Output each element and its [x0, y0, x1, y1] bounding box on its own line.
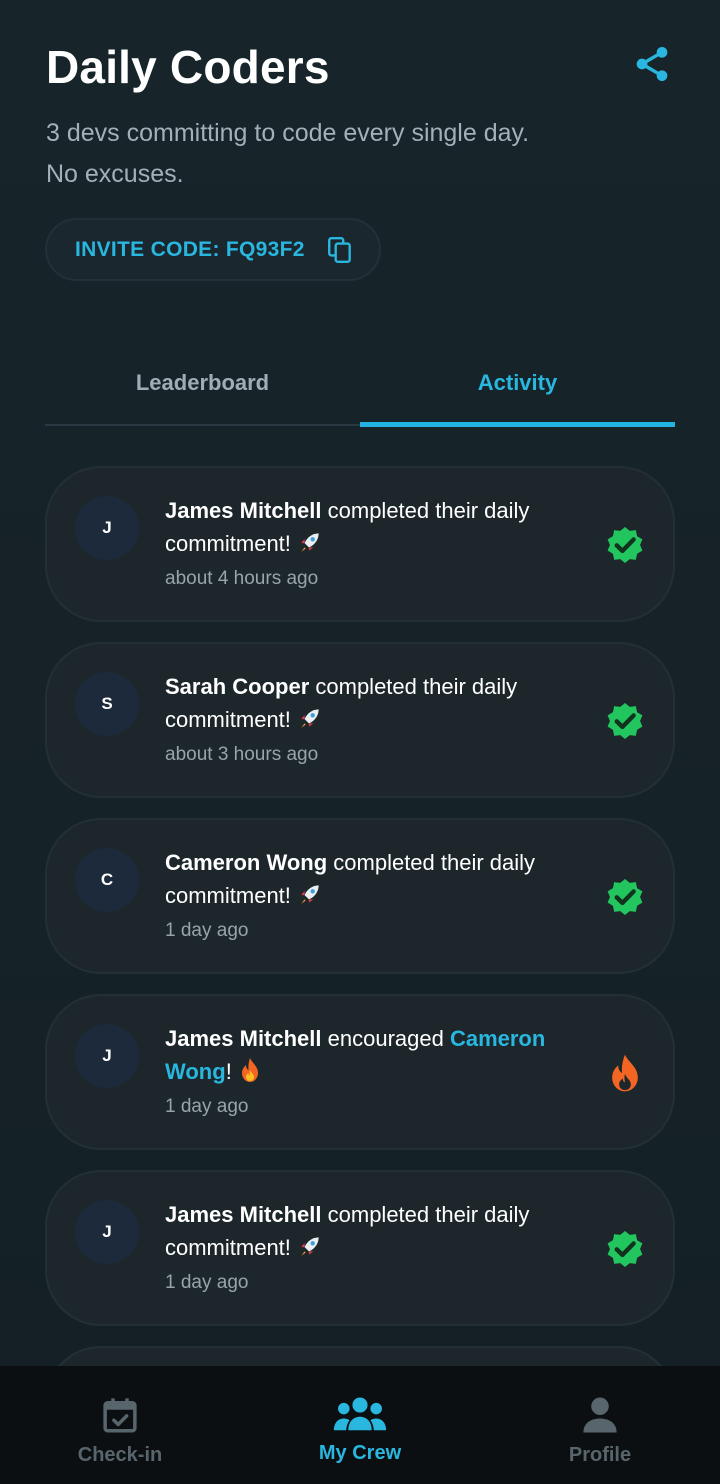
fire-icon [612, 1054, 638, 1092]
rocket-icon [297, 881, 323, 916]
timestamp: 1 day ago [165, 1096, 249, 1117]
avatar: C [75, 848, 139, 912]
active-tab-indicator [360, 422, 675, 427]
nav-my-crew-label: My Crew [318, 1442, 402, 1464]
rocket-icon [297, 705, 323, 740]
nav-check-in-label: Check-in [77, 1444, 163, 1466]
tab-leaderboard[interactable]: Leaderboard [45, 340, 360, 426]
avatar: J [75, 1024, 139, 1088]
nav-my-crew[interactable]: My Crew [240, 1366, 480, 1484]
timestamp: about 3 hours ago [165, 744, 319, 765]
user-name: James Mitchell [165, 498, 322, 523]
invite-code-label: INVITE CODE: [75, 237, 226, 261]
timestamp: 1 day ago [165, 1272, 249, 1293]
verified-badge-icon [607, 527, 643, 563]
activity-action: encouraged [321, 1026, 450, 1051]
share-icon [636, 47, 668, 81]
timestamp: about 4 hours ago [165, 568, 319, 589]
share-button[interactable] [630, 42, 674, 86]
activity-suffix: ! [225, 1059, 238, 1084]
subtitle-line-2: No excuses. [46, 160, 184, 188]
activity-message: James Mitchell completed their daily com… [165, 1198, 565, 1268]
fire-emoji-icon [238, 1057, 262, 1092]
verified-badge-icon [607, 879, 643, 915]
person-icon [583, 1397, 617, 1433]
activity-item[interactable]: J James Mitchell encouraged Cameron Wong… [45, 994, 675, 1150]
nav-profile[interactable]: Profile [480, 1366, 720, 1484]
group-icon [333, 1397, 387, 1431]
invite-code-text: INVITE CODE: FQ93F2 [75, 238, 305, 262]
user-name: James Mitchell [165, 1202, 322, 1227]
user-name: Sarah Cooper [165, 674, 310, 699]
crew-tabs: Leaderboard Activity [45, 340, 675, 427]
activity-item[interactable]: J James Mitchell completed their daily c… [45, 1170, 675, 1326]
calendar-check-icon [103, 1398, 137, 1433]
avatar: J [75, 1200, 139, 1264]
activity-item[interactable]: C Cameron Wong completed their daily com… [45, 818, 675, 974]
activity-message: James Mitchell completed their daily com… [165, 494, 565, 564]
activity-item[interactable]: J James Mitchell completed their daily c… [45, 466, 675, 622]
avatar: S [75, 672, 139, 736]
subtitle-line-1: 3 devs committing to code every single d… [46, 119, 530, 147]
app-screen: Daily Coders 3 devs committing to code e… [0, 0, 720, 1484]
activity-message: Cameron Wong completed their daily commi… [165, 846, 565, 916]
activity-message: James Mitchell encouraged Cameron Wong! [165, 1022, 565, 1092]
invite-code-chip[interactable]: INVITE CODE: FQ93F2 [45, 218, 381, 281]
activity-item[interactable]: S Sarah Cooper completed their daily com… [45, 642, 675, 798]
bottom-navigation: Check-in My Crew Profile [0, 1366, 720, 1484]
tab-activity[interactable]: Activity [360, 340, 675, 426]
user-name: Cameron Wong [165, 850, 328, 875]
user-name: James Mitchell [165, 1026, 322, 1051]
verified-badge-icon [607, 1231, 643, 1267]
activity-message: Sarah Cooper completed their daily commi… [165, 670, 565, 740]
crew-description: 3 devs committing to code every single d… [46, 113, 646, 195]
timestamp: 1 day ago [165, 920, 249, 941]
nav-profile-label: Profile [568, 1444, 632, 1466]
verified-badge-icon [607, 703, 643, 739]
rocket-icon [297, 1233, 323, 1268]
page-title: Daily Coders [46, 41, 330, 93]
avatar: J [75, 496, 139, 560]
copy-icon[interactable] [327, 236, 353, 264]
nav-check-in[interactable]: Check-in [0, 1366, 240, 1484]
rocket-icon [297, 529, 323, 564]
invite-code-value: FQ93F2 [225, 237, 305, 261]
